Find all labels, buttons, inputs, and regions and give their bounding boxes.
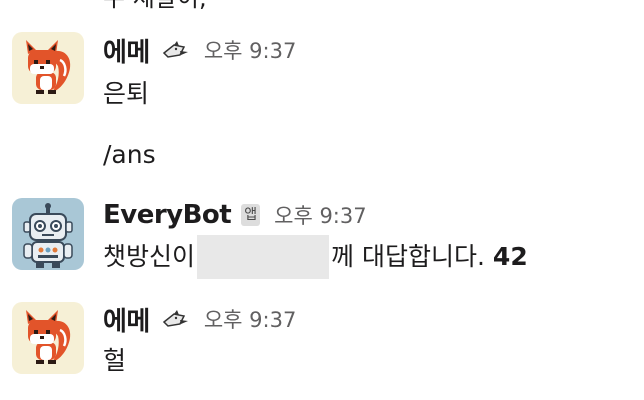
avatar-everybot[interactable]	[12, 198, 84, 270]
thinking-bird-emoji-icon[interactable]	[160, 308, 190, 330]
sender-name[interactable]: 에메	[103, 301, 150, 338]
sender-name[interactable]: EveryBot	[103, 200, 232, 230]
sender-name[interactable]: 에메	[103, 32, 150, 69]
robot-avatar-icon	[12, 198, 84, 270]
message-timestamp[interactable]: 오후 9:37	[204, 304, 296, 334]
message-text: /ans	[103, 140, 156, 169]
answer-value: 42	[492, 242, 528, 271]
message-timestamp[interactable]: 오후 9:37	[204, 35, 296, 65]
avatar-fox[interactable]	[12, 32, 84, 104]
message-feed: 수 세살이, 에메	[0, 0, 644, 400]
avatar-fox[interactable]	[12, 302, 84, 374]
message-timestamp[interactable]: 오후 9:37	[274, 200, 366, 230]
message-text: 은퇴	[103, 79, 150, 108]
message-header: 에메 오후 9:37	[103, 304, 296, 337]
fox-avatar-icon	[12, 302, 84, 374]
previous-message-text: 수 세살이,	[103, 0, 207, 10]
thinking-bird-emoji-icon[interactable]	[160, 39, 190, 61]
message-text-after: 께 대답합니다.	[331, 242, 485, 271]
message-text: 헐	[103, 346, 127, 375]
message-text-before: 챗방신이	[103, 242, 196, 271]
message-header: EveryBot 앱 오후 9:37	[103, 200, 367, 230]
message-header: 에메 오후 9:37	[103, 35, 296, 68]
redacted-block	[197, 235, 330, 279]
fox-avatar-icon	[12, 32, 84, 104]
app-badge: 앱	[241, 204, 261, 226]
bot-message: 챗방신이 께 대답합니다. 42	[103, 235, 528, 279]
